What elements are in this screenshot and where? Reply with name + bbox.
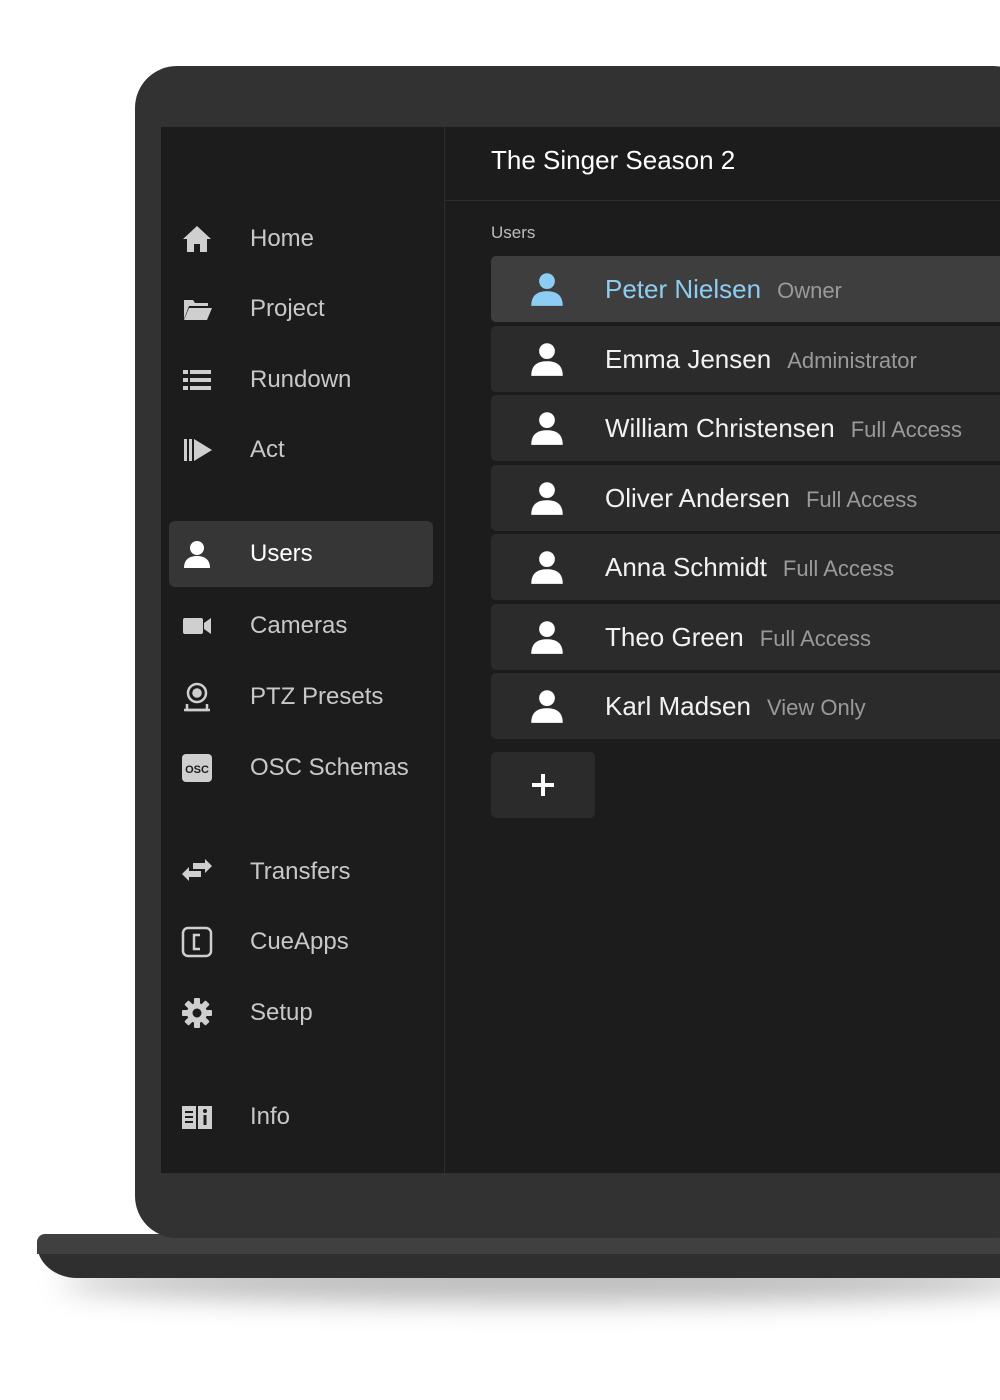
user-role: Full Access — [805, 487, 918, 512]
sidebar-item-label: Cameras — [250, 612, 348, 639]
user-icon — [529, 271, 565, 307]
plus-icon — [532, 774, 554, 796]
sidebar-item-label: Project — [250, 295, 325, 322]
user-icon — [529, 410, 565, 446]
sidebar-item-label: Transfers — [250, 858, 351, 885]
osc-icon: OSC — [181, 752, 213, 784]
user-row[interactable]: Karl Madsen View Only — [491, 673, 1000, 739]
user-icon — [181, 538, 213, 570]
user-role: Full Access — [759, 626, 872, 651]
sidebar-item-label: Setup — [250, 999, 313, 1026]
folder-icon — [181, 293, 213, 325]
camera-icon — [181, 610, 213, 642]
user-row[interactable]: Theo Green Full Access — [491, 604, 1000, 670]
user-row[interactable]: Anna Schmidt Full Access — [491, 534, 1000, 600]
user-icon — [529, 480, 565, 516]
user-name: Peter Nielsen — [605, 274, 762, 304]
sidebar-item-users[interactable]: Users — [169, 521, 433, 587]
user-name: William Christensen — [605, 413, 835, 443]
sidebar-item-label: Rundown — [250, 366, 352, 393]
user-row[interactable]: Oliver Andersen Full Access — [491, 465, 1000, 531]
info-book-icon — [181, 1101, 213, 1133]
user-icon — [529, 688, 565, 724]
gear-icon — [181, 997, 213, 1029]
section-label: Users — [491, 223, 536, 242]
sidebar-item-info[interactable]: Info — [169, 1084, 433, 1150]
add-user-button[interactable] — [491, 752, 595, 818]
transfer-arrows-icon — [181, 856, 213, 888]
page-title: The Singer Season 2 — [491, 145, 736, 175]
sidebar: Home Project Rundown Act Users Cameras P… — [161, 127, 445, 1173]
cueapps-icon — [181, 926, 213, 958]
sidebar-item-label: Users — [250, 540, 313, 567]
home-icon — [181, 223, 213, 255]
user-role: Administrator — [787, 348, 917, 373]
sidebar-item-label: CueApps — [250, 928, 349, 955]
user-icon — [529, 549, 565, 585]
user-row[interactable]: Peter Nielsen Owner — [491, 256, 1000, 322]
sidebar-item-label: OSC Schemas — [250, 754, 409, 781]
user-name: Emma Jensen — [605, 344, 772, 374]
play-icon — [181, 434, 213, 466]
sidebar-item-act[interactable]: Act — [169, 417, 433, 483]
sidebar-item-cueapps[interactable]: CueApps — [169, 909, 433, 975]
user-role: Full Access — [782, 556, 895, 581]
user-role: View Only — [766, 695, 866, 720]
user-name: Karl Madsen — [605, 691, 751, 721]
header: The Singer Season 2 — [445, 127, 1000, 201]
svg-text:OSC: OSC — [185, 764, 209, 776]
list-icon — [181, 364, 213, 396]
sidebar-item-home[interactable]: Home — [169, 206, 433, 272]
user-role: Owner — [777, 278, 842, 303]
ptz-camera-icon — [181, 681, 213, 713]
user-row[interactable]: Emma Jensen Administrator — [491, 326, 1000, 392]
user-row[interactable]: William Christensen Full Access — [491, 395, 1000, 461]
sidebar-item-transfers[interactable]: Transfers — [169, 839, 433, 905]
sidebar-item-setup[interactable]: Setup — [169, 980, 433, 1046]
user-icon — [529, 341, 565, 377]
app-screen: Home Project Rundown Act Users Cameras P… — [161, 127, 1000, 1173]
sidebar-item-label: PTZ Presets — [250, 683, 384, 710]
user-name: Oliver Andersen — [605, 483, 790, 513]
sidebar-item-ptz-presets[interactable]: PTZ Presets — [169, 664, 433, 730]
sidebar-item-cameras[interactable]: Cameras — [169, 593, 433, 659]
sidebar-item-project[interactable]: Project — [169, 276, 433, 342]
sidebar-item-osc-schemas[interactable]: OSC OSC Schemas — [169, 735, 433, 801]
user-name: Theo Green — [605, 622, 744, 652]
sidebar-item-label: Act — [250, 436, 285, 463]
user-icon — [529, 619, 565, 655]
user-name: Anna Schmidt — [605, 552, 767, 582]
sidebar-item-label: Info — [250, 1103, 291, 1130]
sidebar-item-rundown[interactable]: Rundown — [169, 347, 433, 413]
user-role: Full Access — [850, 417, 962, 442]
main-content: The Singer Season 2 Users Peter Nielsen O… — [445, 127, 1000, 1173]
sidebar-item-label: Home — [250, 225, 315, 252]
